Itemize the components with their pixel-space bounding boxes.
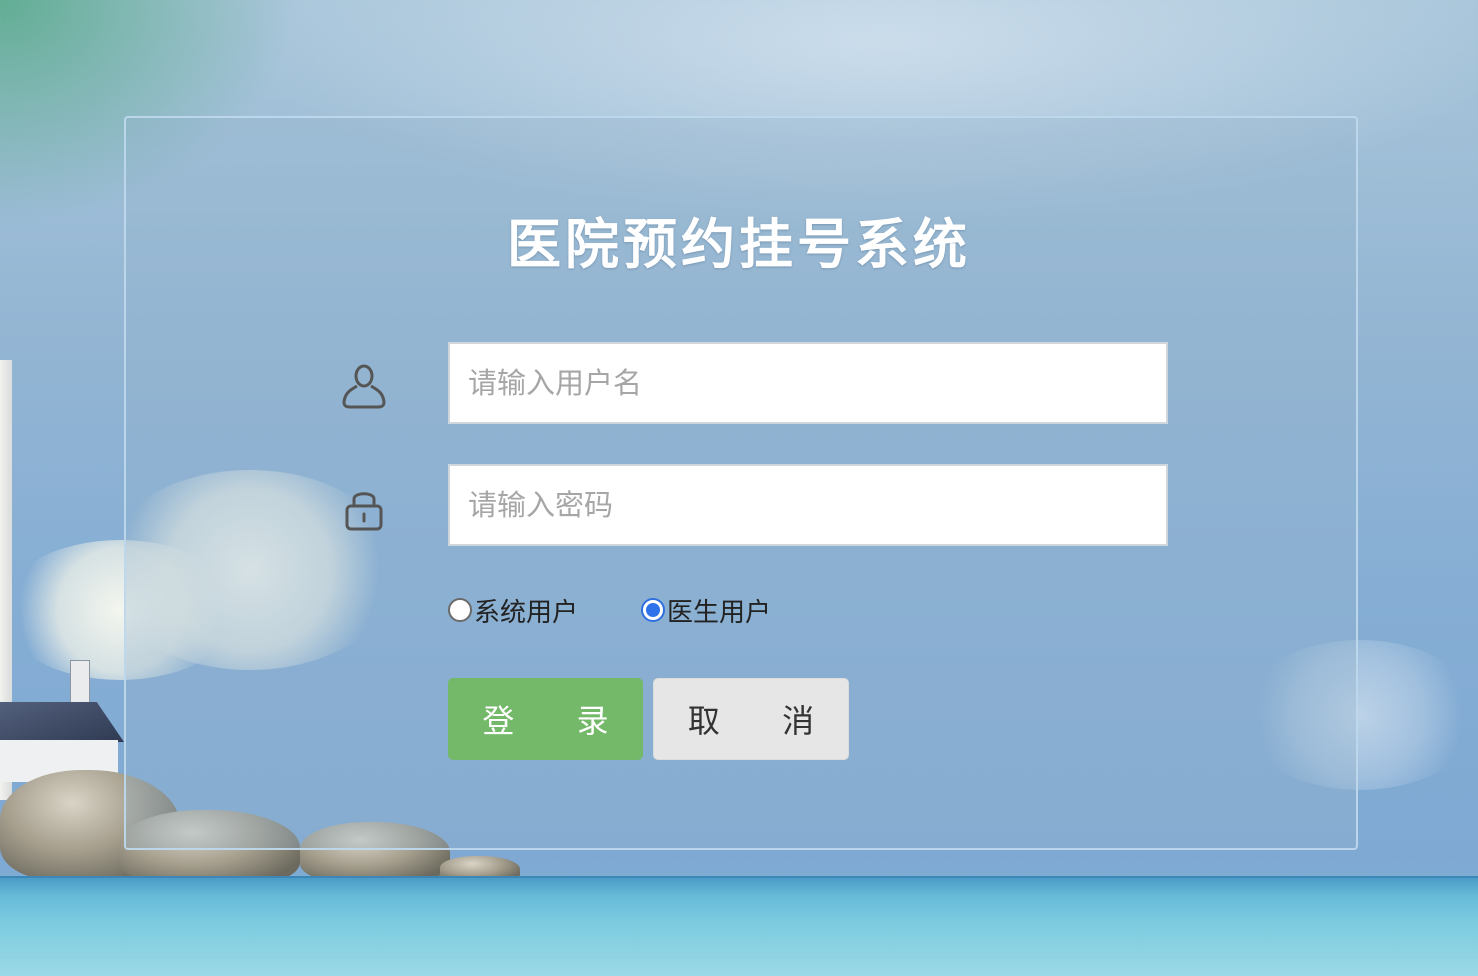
radio-doctor-user[interactable]: 医生用户 bbox=[641, 592, 771, 628]
password-input[interactable] bbox=[450, 466, 1166, 544]
radio-doctor-user-circle[interactable] bbox=[641, 598, 665, 622]
lock-icon bbox=[342, 486, 386, 532]
username-input[interactable] bbox=[450, 344, 1166, 422]
radio-system-user[interactable]: 系统用户 bbox=[448, 592, 578, 628]
user-icon bbox=[340, 362, 388, 410]
background-sea bbox=[0, 878, 1478, 976]
cancel-button[interactable]: 取 消 bbox=[653, 678, 849, 760]
radio-doctor-user-label: 医生用户 bbox=[667, 597, 772, 628]
login-button[interactable]: 登 录 bbox=[448, 678, 643, 760]
background-chimney bbox=[70, 660, 90, 704]
radio-system-user-label: 系统用户 bbox=[474, 597, 579, 628]
password-field bbox=[448, 464, 1168, 546]
page-title: 医院预约挂号系统 bbox=[507, 213, 971, 276]
username-field bbox=[448, 342, 1168, 424]
radio-system-user-circle[interactable] bbox=[448, 598, 472, 622]
